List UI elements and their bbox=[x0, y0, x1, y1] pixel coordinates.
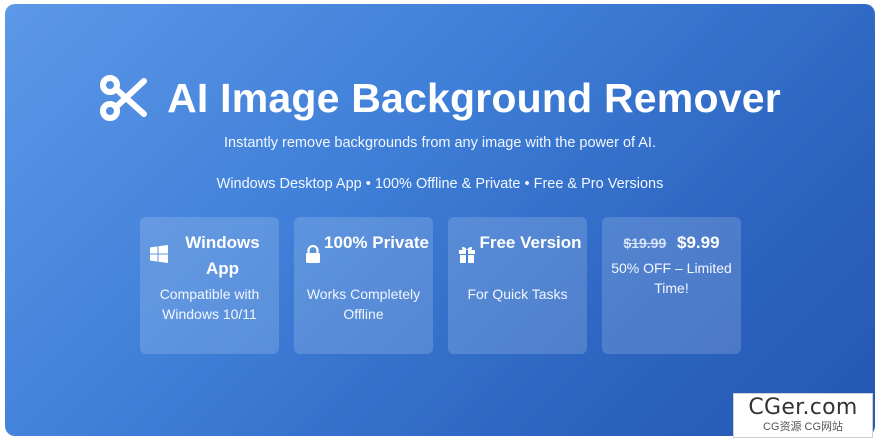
card-description: For Quick Tasks bbox=[467, 286, 568, 302]
lock-icon bbox=[306, 245, 320, 263]
old-price: $19.99 bbox=[623, 235, 667, 251]
price-row: $19.99 $9.99 bbox=[602, 230, 741, 256]
card-windows-app: Windows App Compatible with Windows 10/1… bbox=[140, 217, 279, 354]
watermark: CGer.com CG资源 CG网站 bbox=[733, 393, 873, 438]
subtitle: Instantly remove backgrounds from any im… bbox=[224, 135, 656, 151]
card-private: 100% Private Works Completely Offline bbox=[294, 217, 433, 354]
windows-icon bbox=[150, 245, 168, 263]
card-free-version: Free Version For Quick Tasks bbox=[448, 217, 587, 354]
card-title: Windows App bbox=[185, 233, 260, 278]
page-title: AI Image Background Remover bbox=[167, 74, 781, 121]
watermark-logo-text: CGer.com bbox=[748, 395, 858, 420]
new-price: $9.99 bbox=[677, 233, 720, 252]
gift-icon bbox=[459, 246, 475, 263]
card-price: $19.99 $9.99 50% OFF – Limited Time! bbox=[602, 217, 741, 354]
card-title: Free Version bbox=[479, 233, 582, 252]
features-line: Windows Desktop App • 100% Offline & Pri… bbox=[216, 176, 664, 192]
watermark-subtext: CG资源 CG网站 bbox=[762, 421, 844, 433]
card-description: Works Completely Offline bbox=[306, 286, 421, 322]
title-row: AI Image Background Remover bbox=[5, 66, 875, 130]
card-description: Compatible with Windows 10/11 bbox=[159, 286, 260, 322]
promo-banner: AI Image Background Remover Instantly re… bbox=[5, 4, 875, 436]
scissors-icon bbox=[100, 75, 148, 121]
discount-text: 50% OFF – Limited Time! bbox=[611, 260, 732, 296]
card-title: 100% Private bbox=[324, 233, 429, 252]
feature-cards: Windows App Compatible with Windows 10/1… bbox=[140, 217, 741, 354]
